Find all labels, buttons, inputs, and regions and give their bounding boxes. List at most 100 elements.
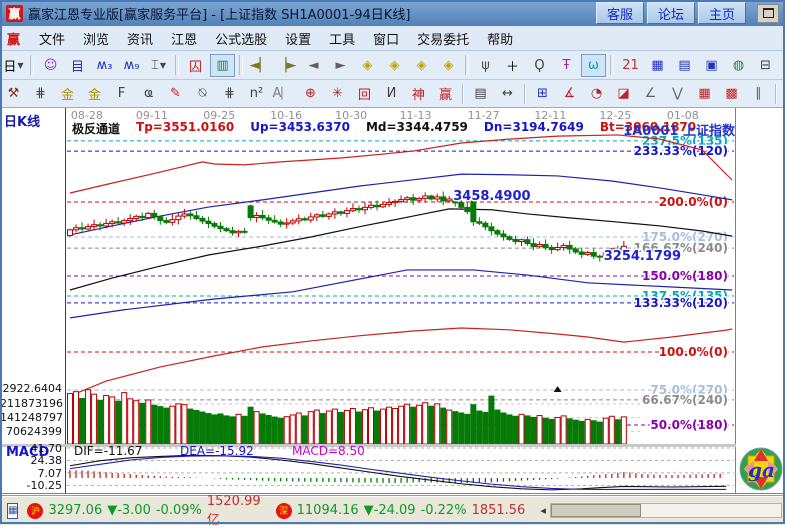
- zoom-tool-icon[interactable]: Ϙ: [527, 54, 552, 77]
- gold-gann-2-icon[interactable]: 金: [82, 82, 107, 105]
- f-lines-icon[interactable]: F: [109, 82, 134, 105]
- candle-body: [591, 253, 596, 257]
- menu-item-7[interactable]: 窗口: [364, 27, 408, 50]
- menu-item-9[interactable]: 帮助: [478, 27, 522, 50]
- shade-square-icon[interactable]: ◪: [611, 82, 636, 105]
- ying-red-icon[interactable]: 赢: [433, 82, 458, 105]
- figure-icon[interactable]: 囚: [183, 54, 208, 77]
- color-kline-icon[interactable]: ▥: [210, 54, 235, 77]
- restore-window-button[interactable]: [757, 4, 779, 23]
- candle-body: [344, 211, 349, 214]
- shen-red-icon[interactable]: 神: [406, 82, 431, 105]
- red-grid-1-icon[interactable]: ▦: [692, 82, 717, 105]
- parallel-lines-icon[interactable]: ∥: [746, 82, 771, 105]
- hammer-tool-icon[interactable]: ⚒: [1, 82, 26, 105]
- compass-circle-icon[interactable]: ⍉: [190, 82, 215, 105]
- brush-red-icon[interactable]: ✎: [163, 82, 188, 105]
- next-bar-icon[interactable]: ►: [328, 54, 353, 77]
- candle-body: [338, 212, 343, 213]
- candle-body: [212, 224, 217, 227]
- volume-bar: [507, 415, 512, 444]
- target-red-icon[interactable]: ⊕: [298, 82, 323, 105]
- star-red-icon[interactable]: ✳: [325, 82, 350, 105]
- wave3-icon[interactable]: ʍ₃: [92, 54, 117, 77]
- channel-line-up: [70, 174, 732, 235]
- last-bar-icon[interactable]: ▕►: [274, 54, 299, 77]
- measure-table-icon[interactable]: ⊨: [781, 82, 785, 105]
- volume-bar: [128, 399, 133, 444]
- book-icon[interactable]: ▤: [672, 54, 697, 77]
- note-icon[interactable]: 目: [65, 54, 90, 77]
- candle-body: [597, 256, 602, 257]
- blue-grid-icon[interactable]: ⊞: [530, 82, 555, 105]
- ray-fan-icon[interactable]: ∡: [557, 82, 582, 105]
- menu-item-1[interactable]: 浏览: [74, 27, 118, 50]
- kline-chart-canvas[interactable]: 237.5%(135)233.33%(120)200.0%(0)175.0%(2…: [0, 107, 785, 495]
- brain-tool-icon[interactable]: ω: [581, 54, 606, 77]
- volume-bar: [116, 401, 121, 444]
- prev-bar-icon[interactable]: ◄: [301, 54, 326, 77]
- hand-tool-icon[interactable]: ψ: [473, 54, 498, 77]
- app-logo-icon: 赢: [6, 5, 23, 22]
- shenzhen-market-icon[interactable]: 深: [276, 503, 292, 519]
- customer-service-button[interactable]: 客服: [596, 2, 644, 24]
- n-squared-icon[interactable]: n²: [244, 82, 269, 105]
- volume-bar: [375, 411, 380, 444]
- status-bar: ▦ 沪 3297.06 ▼-3.00 -0.09% 1520.99亿 深 110…: [0, 495, 785, 525]
- calendar-21-icon[interactable]: 21: [618, 54, 643, 77]
- angle-lines-icon[interactable]: ∠: [638, 82, 663, 105]
- date-axis-label: 10-16: [270, 109, 302, 122]
- spiral-tool-icon[interactable]: ҩ: [136, 82, 161, 105]
- fan-shape-icon[interactable]: ◔: [584, 82, 609, 105]
- home-button[interactable]: 主页: [698, 2, 746, 24]
- diamond-left-icon[interactable]: ◈: [355, 54, 380, 77]
- yi-mark-icon[interactable]: И: [379, 82, 404, 105]
- forum-button[interactable]: 论坛: [647, 2, 695, 24]
- period-day-selector[interactable]: 日▼: [1, 54, 26, 77]
- printer-icon[interactable]: ⊟: [753, 54, 778, 77]
- candle-body: [248, 206, 253, 218]
- menu-item-2[interactable]: 资讯: [118, 27, 162, 50]
- volume-bar: [278, 418, 283, 444]
- scroll-left-button[interactable]: ◂: [536, 504, 550, 517]
- web-globe-icon[interactable]: ◍: [726, 54, 751, 77]
- volume-bar: [314, 410, 319, 444]
- price-scale-label: 2922.6404: [0, 382, 62, 395]
- menu-item-5[interactable]: 设置: [276, 27, 320, 50]
- diamond-expand-icon[interactable]: ◈: [409, 54, 434, 77]
- volume-bar: [543, 418, 548, 444]
- diamond-right-icon[interactable]: ◈: [382, 54, 407, 77]
- scrollbar-track[interactable]: [550, 503, 782, 518]
- gann-hat-tool-icon[interactable]: Ŧ: [554, 54, 579, 77]
- first-bar-icon[interactable]: ◄▏: [247, 54, 272, 77]
- shanghai-market-icon[interactable]: 沪: [27, 503, 43, 519]
- gold-gann-1-icon[interactable]: 金: [55, 82, 80, 105]
- width-measure-icon[interactable]: ↔: [495, 82, 520, 105]
- volume-bar: [483, 412, 488, 444]
- menu-item-3[interactable]: 江恩: [162, 27, 206, 50]
- grid-lines-icon[interactable]: ⋕: [217, 82, 242, 105]
- v-wave-icon[interactable]: ⋁: [665, 82, 690, 105]
- crosshair-tool-icon[interactable]: ＋: [500, 54, 525, 77]
- sh-index-change: ▼-3.00: [107, 503, 151, 518]
- diamond-shrink-icon[interactable]: ◈: [436, 54, 461, 77]
- angle-a-icon[interactable]: A⎸: [271, 82, 296, 105]
- svg-text:ga: ga: [748, 458, 775, 482]
- menu-item-0[interactable]: 文件: [30, 27, 74, 50]
- save-disk-icon[interactable]: ▣: [699, 54, 724, 77]
- wave9-icon[interactable]: ʍ₉: [119, 54, 144, 77]
- red-grid-2-icon[interactable]: ▩: [719, 82, 744, 105]
- gann-brand-logo: ga: [738, 443, 784, 499]
- menu-item-6[interactable]: 工具: [320, 27, 364, 50]
- calculator-icon[interactable]: ▦: [645, 54, 670, 77]
- square-spiral-red-icon[interactable]: 回: [352, 82, 377, 105]
- ruler-123-icon[interactable]: ▤: [468, 82, 493, 105]
- candle-style-selector[interactable]: ⌶▼: [146, 54, 171, 77]
- smiley-face-icon[interactable]: ☺: [38, 54, 63, 77]
- menu-item-8[interactable]: 交易委托: [408, 27, 478, 50]
- toolbar-separator: [524, 84, 526, 104]
- menu-item-4[interactable]: 公式选股: [206, 27, 276, 50]
- gann-line-grid-icon[interactable]: ⋕: [28, 82, 53, 105]
- scrollbar-thumb[interactable]: [551, 504, 641, 517]
- quote-grid-icon[interactable]: ▦: [7, 503, 18, 519]
